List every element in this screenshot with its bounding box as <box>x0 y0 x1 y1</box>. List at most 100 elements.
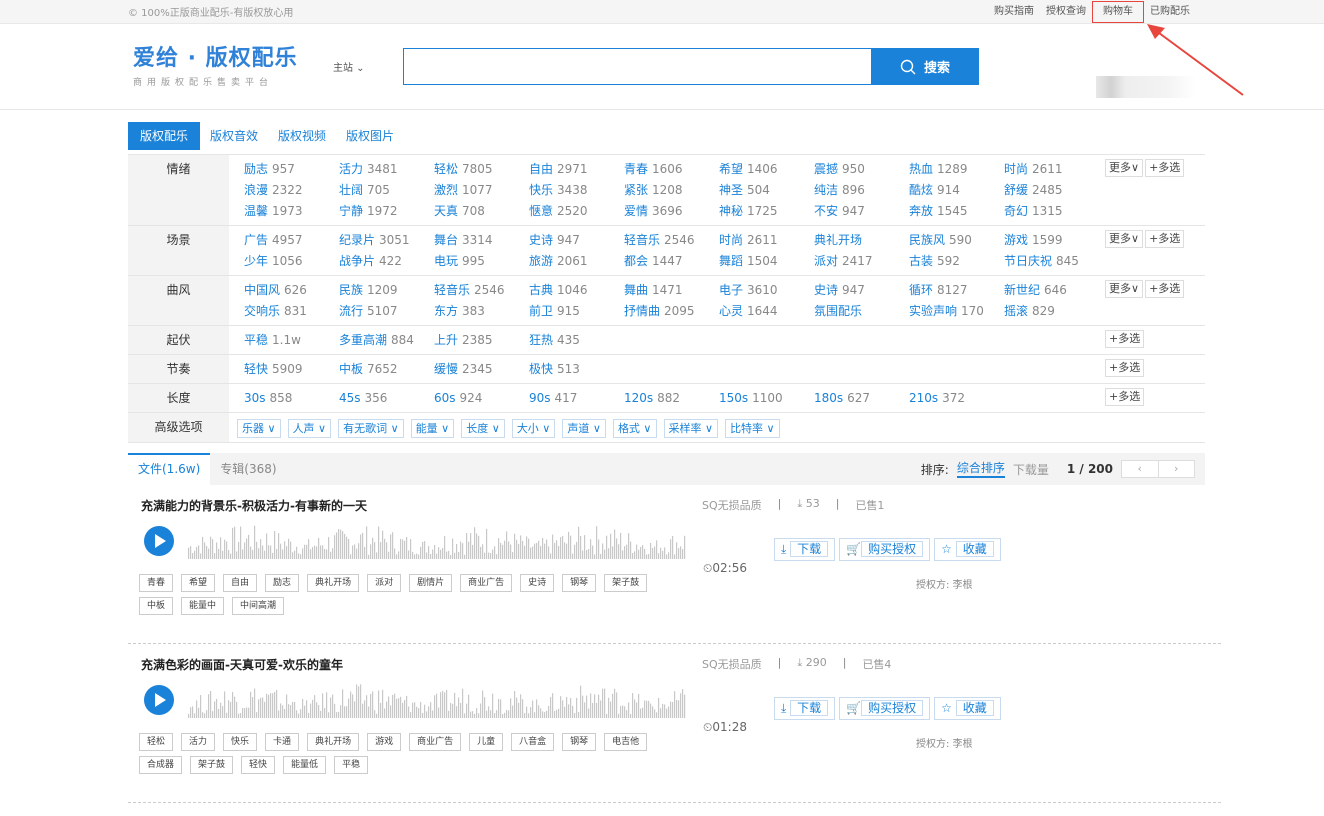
track-title[interactable]: 充满色彩的画面-天真可爱-欢乐的童年 <box>141 656 343 673</box>
filter-option[interactable]: 心灵 1644 <box>719 301 814 322</box>
filter-option[interactable]: 神圣 504 <box>719 180 814 201</box>
filter-option[interactable]: 轻音乐 2546 <box>624 230 719 251</box>
filter-option[interactable]: 青春 1606 <box>624 159 719 180</box>
multi-select-button[interactable]: +多选 <box>1105 359 1145 377</box>
multi-select-button[interactable]: +多选 <box>1145 280 1185 298</box>
site-selector[interactable]: 主站 ⌄ <box>333 59 403 74</box>
tab-albums[interactable]: 专辑(368) <box>210 453 286 485</box>
tag[interactable]: 轻快 <box>241 756 276 774</box>
filter-option[interactable]: 史诗 947 <box>814 280 909 301</box>
filter-option[interactable]: 战争片 422 <box>339 251 434 272</box>
advanced-select[interactable]: 人声 ∨ <box>287 419 332 438</box>
tag[interactable]: 剧情片 <box>409 574 453 592</box>
favorite-button[interactable]: ☆ 收藏 <box>934 697 1001 720</box>
tab-music[interactable]: 版权配乐 <box>128 122 201 150</box>
filter-option[interactable]: 东方 383 <box>434 301 529 322</box>
filter-option[interactable]: 舞曲 1471 <box>624 280 719 301</box>
search-input[interactable] <box>403 48 871 85</box>
multi-select-button[interactable]: +多选 <box>1105 388 1145 406</box>
buy-license-button[interactable]: 🛒 购买授权 <box>839 697 931 720</box>
filter-option[interactable]: 交响乐 831 <box>244 301 339 322</box>
filter-option[interactable]: 中国风 626 <box>244 280 339 301</box>
filter-option[interactable]: 热血 1289 <box>909 159 1004 180</box>
filter-option[interactable]: 平稳 1.1w <box>244 330 339 351</box>
filter-option[interactable]: 电玩 995 <box>434 251 529 272</box>
tag[interactable]: 商业广告 <box>409 733 462 751</box>
filter-option[interactable]: 震撼 950 <box>814 159 909 180</box>
advanced-select[interactable]: 有无歌词 ∨ <box>338 419 404 438</box>
download-button[interactable]: ⤓ 下载 <box>774 538 836 561</box>
filter-option[interactable]: 希望 1406 <box>719 159 814 180</box>
filter-option[interactable]: 古装 592 <box>909 251 1004 272</box>
tag[interactable]: 活力 <box>181 733 216 751</box>
next-page-button[interactable]: › <box>1157 461 1195 477</box>
tab-video[interactable]: 版权视频 <box>268 122 336 150</box>
filter-option[interactable]: 古典 1046 <box>529 280 624 301</box>
filter-option[interactable]: 不安 947 <box>814 201 909 222</box>
tag[interactable]: 希望 <box>181 574 216 592</box>
filter-option[interactable]: 励志 957 <box>244 159 339 180</box>
filter-option[interactable]: 紧张 1208 <box>624 180 719 201</box>
filter-option[interactable]: 120s 882 <box>624 388 719 409</box>
filter-option[interactable]: 氛围配乐 <box>814 301 909 322</box>
filter-option[interactable]: 自由 2971 <box>529 159 624 180</box>
filter-option[interactable]: 30s 858 <box>244 388 339 409</box>
tag[interactable]: 典礼开场 <box>307 733 360 751</box>
filter-option[interactable]: 狂热 435 <box>529 330 624 351</box>
filter-option[interactable]: 神秘 1725 <box>719 201 814 222</box>
logo[interactable]: 爱给 · 版权配乐 商用版权配乐售卖平台 <box>133 45 303 88</box>
tag[interactable]: 典礼开场 <box>307 574 360 592</box>
filter-option[interactable]: 激烈 1077 <box>434 180 529 201</box>
tag[interactable]: 派对 <box>367 574 402 592</box>
prev-page-button[interactable]: ‹ <box>1122 461 1158 477</box>
buy-guide-link[interactable]: 购买指南 <box>988 0 1040 24</box>
filter-option[interactable]: 前卫 915 <box>529 301 624 322</box>
filter-option[interactable]: 典礼开场 <box>814 230 909 251</box>
play-icon[interactable] <box>144 526 174 556</box>
filter-option[interactable]: 实验声响 170 <box>909 301 1004 322</box>
filter-option[interactable]: 上升 2385 <box>434 330 529 351</box>
tag[interactable]: 史诗 <box>520 574 555 592</box>
filter-option[interactable]: 温馨 1973 <box>244 201 339 222</box>
tag[interactable]: 青春 <box>139 574 174 592</box>
filter-option[interactable]: 时尚 2611 <box>1004 159 1099 180</box>
waveform[interactable] <box>188 515 686 559</box>
filter-option[interactable]: 舞台 3314 <box>434 230 529 251</box>
tag[interactable]: 电吉他 <box>604 733 648 751</box>
tab-images[interactable]: 版权图片 <box>336 122 404 150</box>
more-button[interactable]: 更多∨ <box>1105 159 1144 177</box>
tag[interactable]: 自由 <box>223 574 258 592</box>
tag[interactable]: 架子鼓 <box>604 574 648 592</box>
filter-option[interactable]: 轻音乐 2546 <box>434 280 529 301</box>
filter-option[interactable]: 奇幻 1315 <box>1004 201 1099 222</box>
filter-option[interactable]: 壮阔 705 <box>339 180 434 201</box>
filter-option[interactable]: 天真 708 <box>434 201 529 222</box>
filter-option[interactable]: 史诗 947 <box>529 230 624 251</box>
filter-option[interactable]: 浪漫 2322 <box>244 180 339 201</box>
filter-option[interactable]: 多重高潮 884 <box>339 330 434 351</box>
filter-option[interactable]: 极快 513 <box>529 359 624 380</box>
search-button[interactable]: 搜索 <box>871 48 979 85</box>
filter-option[interactable]: 民族风 590 <box>909 230 1004 251</box>
filter-option[interactable]: 摇滚 829 <box>1004 301 1099 322</box>
filter-option[interactable]: 缓慢 2345 <box>434 359 529 380</box>
multi-select-button[interactable]: +多选 <box>1105 330 1145 348</box>
filter-option[interactable]: 150s 1100 <box>719 388 814 409</box>
tag[interactable]: 游戏 <box>367 733 402 751</box>
filter-option[interactable]: 酷炫 914 <box>909 180 1004 201</box>
filter-option[interactable]: 抒情曲 2095 <box>624 301 719 322</box>
tag[interactable]: 中间高潮 <box>232 597 285 615</box>
multi-select-button[interactable]: +多选 <box>1145 159 1185 177</box>
tag[interactable]: 励志 <box>265 574 300 592</box>
license-query-link[interactable]: 授权查询 <box>1040 0 1092 24</box>
advanced-select[interactable]: 比特率 ∨ <box>725 419 780 438</box>
filter-option[interactable]: 中板 7652 <box>339 359 434 380</box>
tag[interactable]: 钢琴 <box>562 733 597 751</box>
filter-option[interactable]: 轻松 7805 <box>434 159 529 180</box>
filter-option[interactable]: 游戏 1599 <box>1004 230 1099 251</box>
tab-sfx[interactable]: 版权音效 <box>200 122 268 150</box>
filter-option[interactable]: 广告 4957 <box>244 230 339 251</box>
filter-option[interactable]: 旅游 2061 <box>529 251 624 272</box>
filter-option[interactable]: 电子 3610 <box>719 280 814 301</box>
tag[interactable]: 快乐 <box>223 733 258 751</box>
